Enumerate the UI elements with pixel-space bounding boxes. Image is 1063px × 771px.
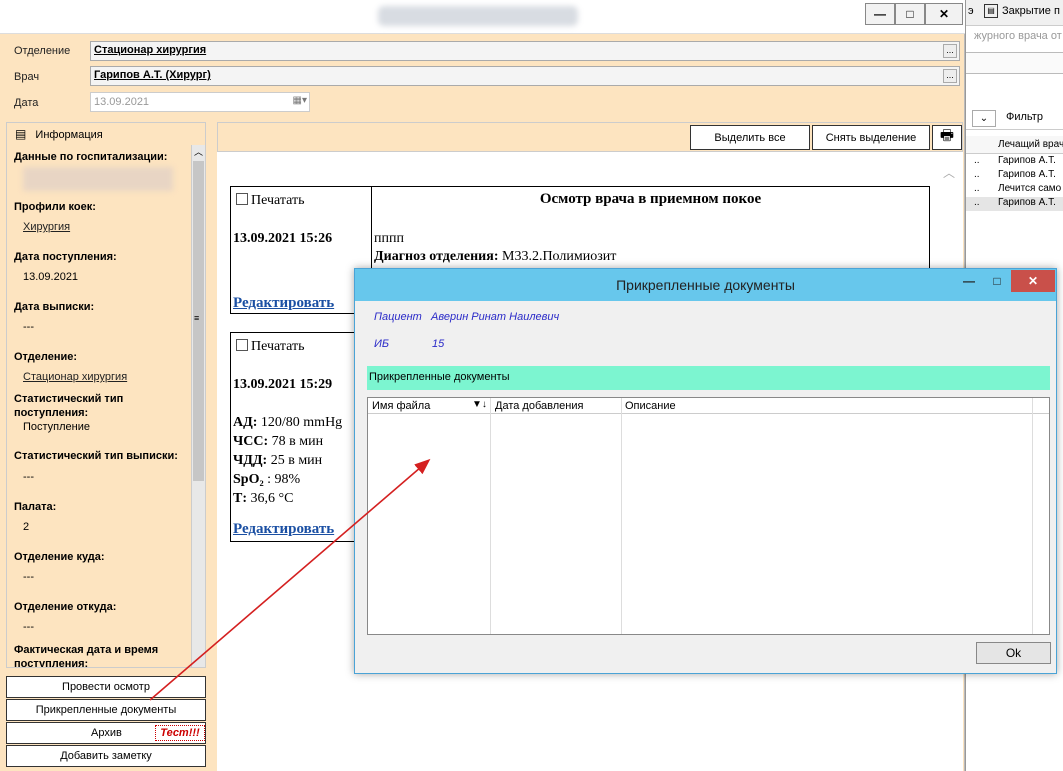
annotation-arrow — [149, 458, 431, 701]
